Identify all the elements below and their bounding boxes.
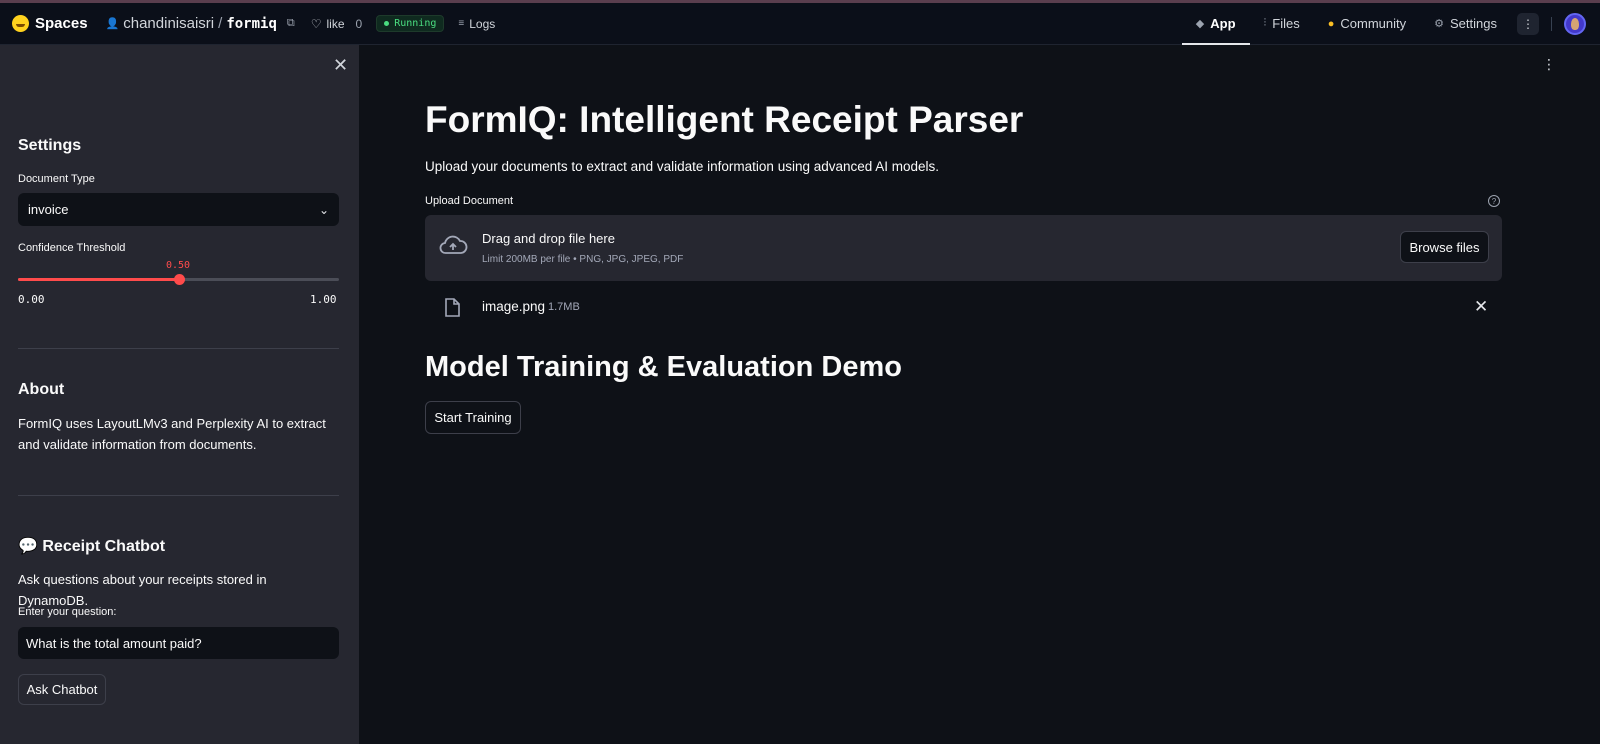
sidebar-divider xyxy=(18,348,339,349)
help-icon[interactable]: ? xyxy=(1488,195,1500,207)
logs-icon: ≡ xyxy=(458,18,465,29)
confidence-slider[interactable] xyxy=(18,274,339,285)
status-badge[interactable]: Running xyxy=(376,15,445,32)
repo-name[interactable]: formiq xyxy=(226,16,277,32)
gear-icon: ⚙ xyxy=(1434,18,1445,30)
owner-avatar-icon: 👤 xyxy=(105,18,120,30)
chatbot-description: Ask questions about your receipts stored… xyxy=(18,572,267,608)
start-training-button[interactable]: Start Training xyxy=(425,401,521,434)
spaces-label: Spaces xyxy=(35,15,88,32)
browse-files-button[interactable]: Browse files xyxy=(1400,231,1489,263)
more-options-button[interactable]: ⋮ xyxy=(1517,12,1539,35)
top-bar-left: Spaces 👤 chandinisaisri / formiq ⧉ ♡ lik… xyxy=(0,3,495,44)
question-input-value: What is the total amount paid? xyxy=(26,635,202,651)
main-content: ⋮ FormIQ: Intelligent Receipt Parser Upl… xyxy=(359,45,1600,744)
slider-current-value: 0.50 xyxy=(166,260,191,271)
tab-community[interactable]: ● Community xyxy=(1314,3,1420,44)
question-label: Enter your question: xyxy=(18,606,117,618)
settings-heading: Settings xyxy=(18,137,82,154)
tab-settings-label: Settings xyxy=(1450,16,1497,31)
about-heading: About xyxy=(18,381,65,398)
document-type-value: invoice xyxy=(28,202,69,217)
divider xyxy=(1551,16,1552,31)
dropzone-limit-text: Limit 200MB per file • PNG, JPG, JPEG, P… xyxy=(482,254,684,265)
slider-max-label: 1.00 xyxy=(310,293,337,306)
files-icon: ⫶ xyxy=(1263,17,1267,29)
page-title: FormIQ: Intelligent Receipt Parser xyxy=(425,99,1024,140)
close-sidebar-icon[interactable]: ✕ xyxy=(333,56,348,74)
like-count: 0 xyxy=(355,16,363,31)
dropzone-title: Drag and drop file here xyxy=(482,231,615,246)
tab-app[interactable]: ◆ App xyxy=(1181,3,1250,45)
status-dot-icon xyxy=(384,21,390,26)
repo-owner[interactable]: chandinisaisri xyxy=(123,15,214,32)
heart-icon: ♡ xyxy=(310,16,322,31)
community-icon: ● xyxy=(1327,17,1335,30)
about-text: FormIQ uses LayoutLMv3 and Perplexity AI… xyxy=(18,416,326,452)
slider-thumb[interactable] xyxy=(173,274,185,285)
file-dropzone[interactable]: Drag and drop file here Limit 200MB per … xyxy=(425,215,1502,281)
logs-button[interactable]: ≡ Logs xyxy=(458,17,495,31)
file-icon xyxy=(445,298,460,317)
tab-files-label: Files xyxy=(1272,16,1300,31)
like-button[interactable]: ♡ like 0 xyxy=(311,17,362,31)
like-label: like xyxy=(326,16,345,31)
confidence-threshold-label: Confidence Threshold xyxy=(18,242,126,254)
tab-community-label: Community xyxy=(1340,16,1407,31)
chevron-down-icon: ⌄ xyxy=(318,202,329,217)
document-type-label: Document Type xyxy=(18,173,95,185)
vertical-dots-icon: ⋮ xyxy=(1522,16,1534,31)
upload-document-label: Upload Document xyxy=(425,195,514,207)
document-type-select[interactable]: invoice ⌄ xyxy=(18,193,339,226)
repo-breadcrumb: 👤 chandinisaisri / formiq ⧉ xyxy=(106,15,295,32)
ask-chatbot-button[interactable]: Ask Chatbot xyxy=(18,674,106,705)
cloud-upload-icon xyxy=(439,235,468,254)
question-input[interactable]: What is the total amount paid? xyxy=(18,627,339,659)
sidebar-divider xyxy=(18,495,339,496)
remove-file-icon[interactable]: ✕ xyxy=(1474,297,1488,317)
uploaded-file-row: image.png 1.7MB ✕ xyxy=(425,296,1502,322)
top-bar: Spaces 👤 chandinisaisri / formiq ⧉ ♡ lik… xyxy=(0,0,1600,45)
cube-icon: ◆ xyxy=(1195,18,1205,30)
slider-min-label: 0.00 xyxy=(18,293,45,306)
logs-label: Logs xyxy=(469,16,496,31)
breadcrumb-separator: / xyxy=(218,15,223,32)
sidebar: ✕ Settings Document Type invoice ⌄ Confi… xyxy=(0,45,359,744)
file-size: 1.7MB xyxy=(548,301,580,313)
copy-icon[interactable]: ⧉ xyxy=(287,17,295,30)
huggingface-logo-icon xyxy=(12,15,29,32)
status-text: Running xyxy=(394,18,437,29)
spaces-link[interactable]: Spaces xyxy=(12,15,88,32)
tab-settings[interactable]: ⚙ Settings xyxy=(1420,3,1511,44)
tab-app-label: App xyxy=(1210,16,1236,31)
avatar[interactable] xyxy=(1564,12,1586,35)
slider-fill xyxy=(18,278,179,281)
page-description: Upload your documents to extract and val… xyxy=(425,159,940,174)
receipt-chatbot-heading: 💬 Receipt Chatbot xyxy=(18,538,166,555)
file-name: image.png xyxy=(482,299,546,314)
top-bar-right: ◆ App ⫶ Files ● Community ⚙ Settings ⋮ xyxy=(1181,3,1600,45)
main-menu-icon[interactable]: ⋮ xyxy=(1542,56,1556,73)
section-title: Model Training & Evaluation Demo xyxy=(425,351,902,383)
tab-files[interactable]: ⫶ Files xyxy=(1250,3,1314,44)
